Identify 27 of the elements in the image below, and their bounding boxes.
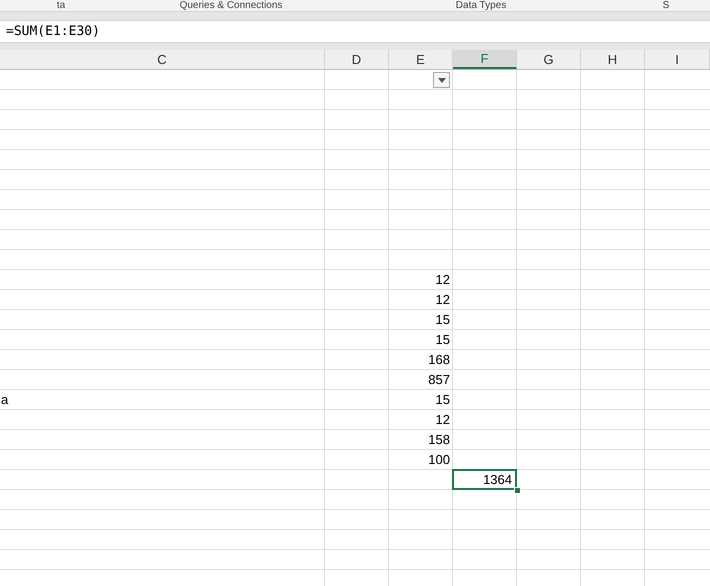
column-header[interactable]: I xyxy=(645,50,710,69)
column-header[interactable]: F xyxy=(453,50,517,69)
formula-text: =SUM(E1:E30) xyxy=(6,22,100,41)
table-cell[interactable]: 857 xyxy=(389,370,453,390)
filter-dropdown-button[interactable] xyxy=(433,72,450,88)
table-cell[interactable]: 15 xyxy=(389,390,453,410)
caret-icon xyxy=(438,78,446,82)
table-cell[interactable]: 12 xyxy=(389,290,453,310)
ribbon-group-label: S xyxy=(662,0,670,11)
table-cell[interactable]: 12 xyxy=(389,410,453,430)
table-cell[interactable]: 158 xyxy=(389,430,453,450)
table-cell[interactable]: 168 xyxy=(389,350,453,370)
ribbon-group-label: Queries & Connections xyxy=(180,0,282,11)
ribbon-group-label: Data Types xyxy=(456,0,506,11)
formula-bar[interactable]: =SUM(E1:E30) xyxy=(0,20,710,43)
table-cell[interactable]: 1364 xyxy=(452,469,517,490)
table-cell[interactable]: a xyxy=(0,390,325,410)
fill-handle[interactable] xyxy=(514,487,521,494)
table-cell[interactable]: 100 xyxy=(389,450,453,470)
column-header[interactable]: C xyxy=(0,50,325,69)
table-cell[interactable]: 15 xyxy=(389,330,453,350)
column-header[interactable]: D xyxy=(325,50,389,69)
ribbon-group-label: ta xyxy=(56,0,66,11)
column-header[interactable]: G xyxy=(517,50,581,69)
table-cell[interactable]: 12 xyxy=(389,270,453,290)
table-cell[interactable]: 15 xyxy=(389,310,453,330)
column-header[interactable]: H xyxy=(581,50,645,69)
